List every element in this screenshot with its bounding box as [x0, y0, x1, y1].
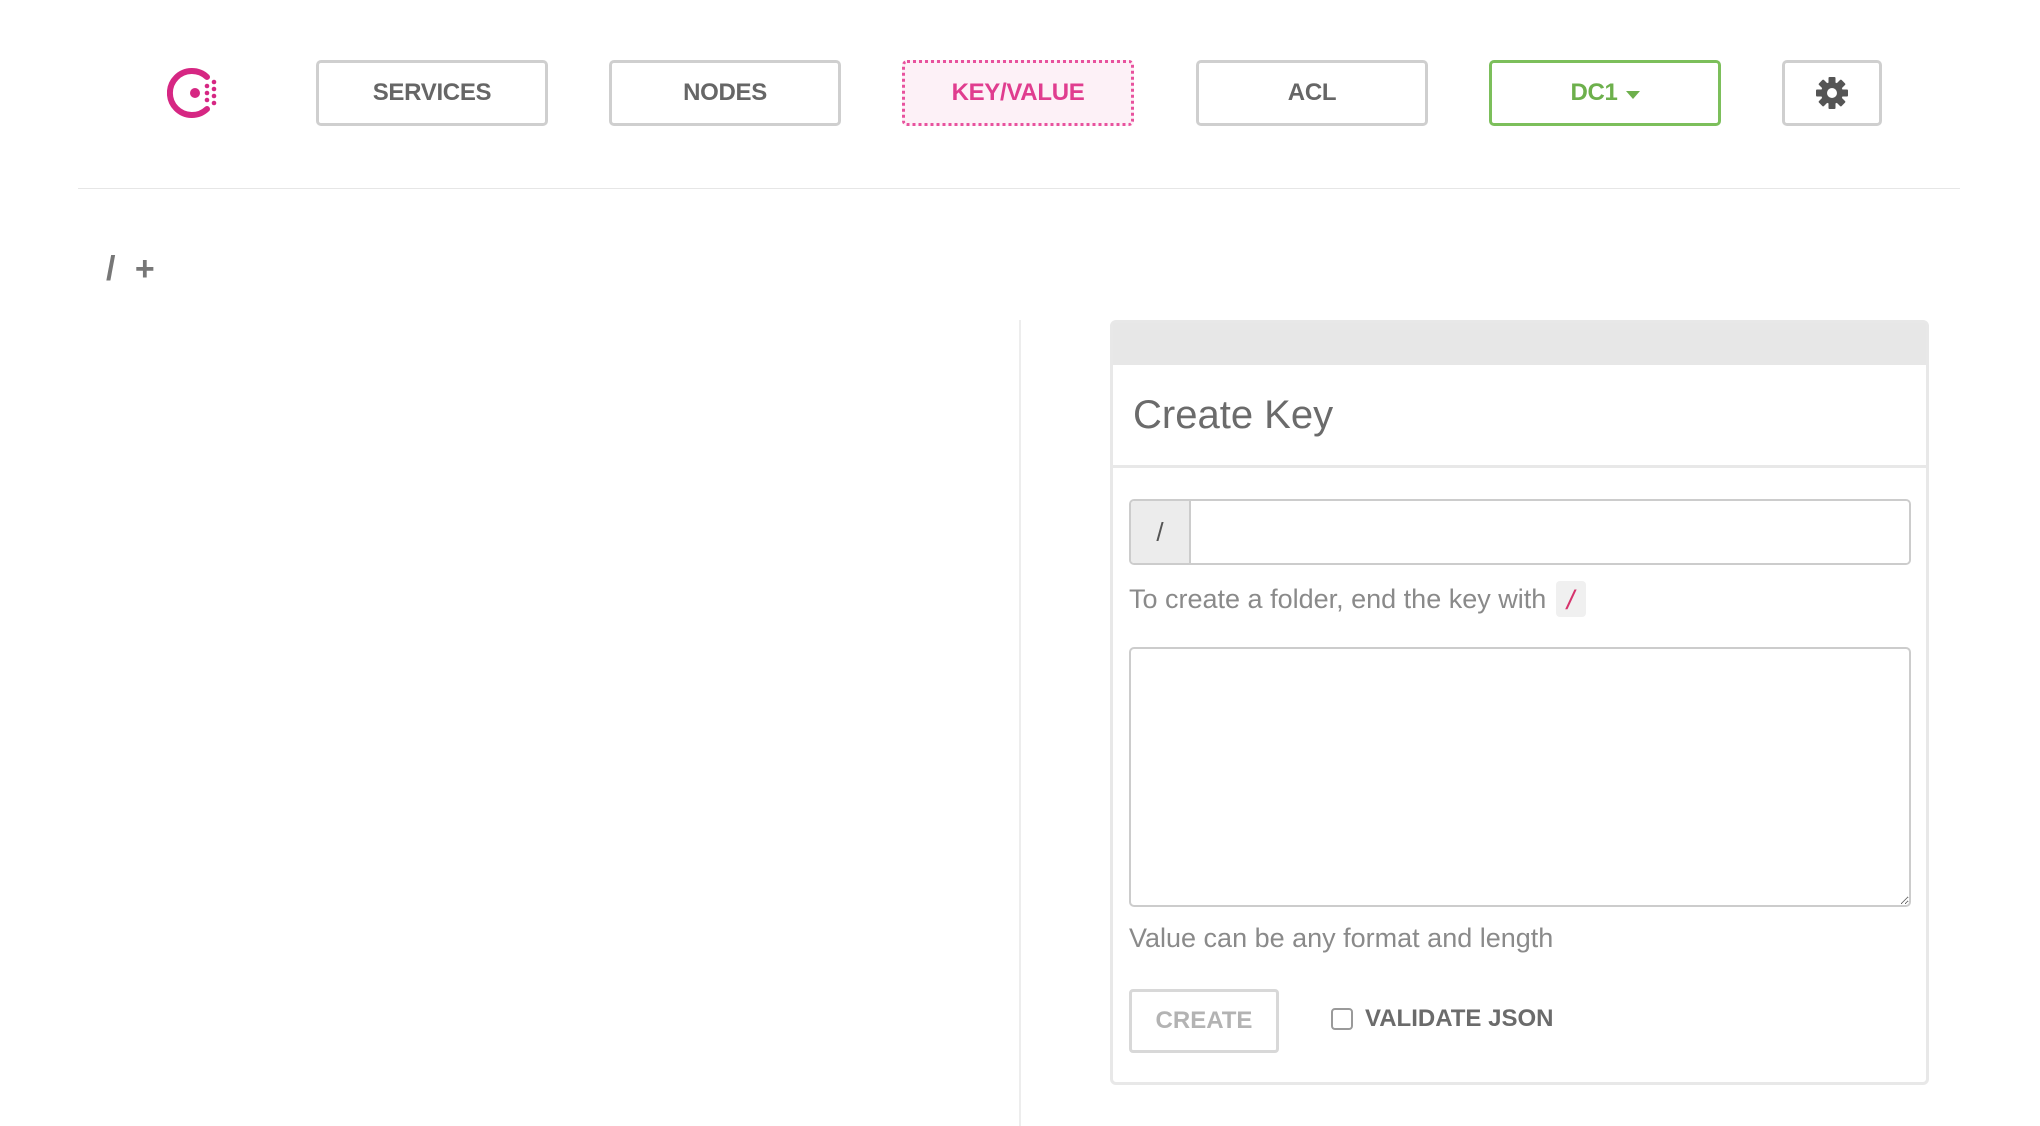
nav-services-button[interactable]: SERVICES [316, 60, 548, 126]
panel-title-divider [1113, 465, 1926, 468]
nav-acl-button[interactable]: ACL [1196, 60, 1428, 126]
datacenter-label: DC1 [1570, 79, 1618, 106]
key-input-group: / [1129, 499, 1911, 565]
create-key-panel: Create Key / To create a folder, end the… [1110, 320, 1929, 1085]
nav-services-label: SERVICES [372, 79, 492, 106]
page: SERVICES NODES KEY/VALUE ACL DC1 / + Cre… [0, 0, 2040, 1126]
breadcrumb-root-link[interactable]: / [106, 250, 115, 288]
create-button-label: CREATE [1155, 1007, 1253, 1034]
breadcrumb: / + [106, 250, 155, 289]
nav-nodes-button[interactable]: NODES [609, 60, 841, 126]
key-hint: To create a folder, end the key with / [1129, 581, 1587, 617]
column-divider [1019, 320, 1021, 1126]
nav-acl-label: ACL [1287, 79, 1337, 106]
validate-json-option[interactable]: VALIDATE JSON [1331, 1005, 1553, 1033]
consul-logo-icon[interactable] [167, 63, 227, 123]
key-input[interactable] [1191, 501, 1909, 563]
caret-down-icon [1625, 91, 1640, 99]
panel-header-bar [1113, 323, 1926, 365]
create-button[interactable]: CREATE [1129, 989, 1279, 1053]
key-hint-code: / [1556, 581, 1587, 617]
header-divider [78, 188, 1960, 189]
add-key-button[interactable]: + [135, 250, 155, 288]
datacenter-dropdown[interactable]: DC1 [1489, 60, 1721, 126]
settings-button[interactable] [1782, 60, 1882, 126]
key-hint-text: To create a folder, end the key with [1129, 583, 1547, 614]
key-prefix: / [1131, 501, 1191, 563]
value-hint: Value can be any format and length [1129, 923, 1554, 953]
gear-icon [1816, 77, 1848, 109]
value-textarea[interactable] [1129, 647, 1911, 907]
validate-json-label[interactable]: VALIDATE JSON [1365, 1005, 1553, 1033]
panel-title: Create Key [1133, 393, 1334, 437]
nav-key-value-label: KEY/VALUE [951, 79, 1085, 106]
nav-key-value-button[interactable]: KEY/VALUE [902, 60, 1134, 126]
validate-json-checkbox[interactable] [1331, 1008, 1353, 1030]
nav-nodes-label: NODES [683, 79, 767, 106]
